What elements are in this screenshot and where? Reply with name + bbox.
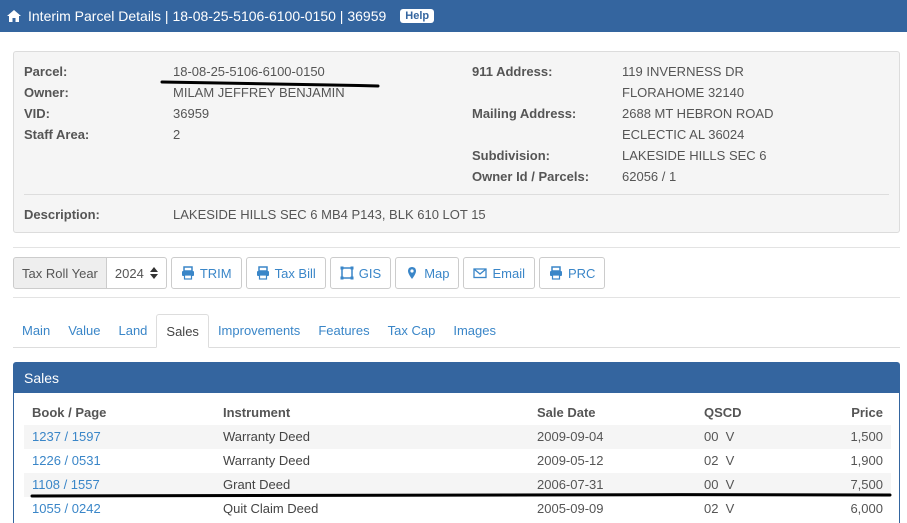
email-button[interactable]: Email: [463, 257, 535, 289]
owner-value: MILAM JEFFREY BENJAMIN: [173, 85, 345, 100]
staff-area-label: Staff Area:: [24, 127, 90, 142]
qscd-cell: 02 V: [704, 453, 735, 468]
tab-tax-cap[interactable]: Tax Cap: [379, 313, 445, 347]
price-cell: 6,000: [850, 501, 883, 516]
instrument-cell: Warranty Deed: [223, 453, 310, 468]
table-header-row: Book / Page Instrument Sale Date QSCD Pr…: [24, 401, 891, 425]
sales-panel: Sales Book / Page Instrument Sale Date Q…: [13, 362, 900, 523]
year-value: 2024: [114, 265, 144, 281]
owner-id-value: 62056 / 1: [622, 169, 677, 184]
sales-table: Book / Page Instrument Sale Date QSCD Pr…: [24, 401, 891, 521]
sort-arrows-icon: [149, 267, 158, 279]
tax-roll-year-label: Tax Roll Year: [13, 257, 107, 289]
home-icon[interactable]: [6, 9, 22, 23]
qscd-cell: 00 V: [704, 477, 735, 492]
column-header: Instrument: [223, 405, 291, 420]
parcel-label: Parcel:: [24, 64, 68, 79]
address-911-line2: FLORAHOME 32140: [622, 85, 745, 100]
tab-images[interactable]: Images: [444, 313, 505, 347]
qscd-cell: 00 V: [704, 429, 735, 444]
owner-id-label: Owner Id / Parcels:: [472, 169, 590, 184]
description-label: Description:: [24, 207, 100, 222]
book-page-link[interactable]: 1108 / 1557: [32, 477, 100, 492]
table-row: 1055 / 0242 Quit Claim Deed 2005-09-09 0…: [24, 497, 891, 521]
owner-label: Owner:: [24, 85, 69, 100]
description-value: LAKESIDE HILLS SEC 6 MB4 P143, BLK 610 L…: [173, 207, 486, 222]
tax-bill-button[interactable]: Tax Bill: [245, 257, 326, 289]
price-cell: 1,500: [850, 429, 883, 444]
vid-label: VID:: [24, 106, 50, 121]
tax-bill-label: Tax Bill: [274, 265, 316, 281]
prc-button[interactable]: PRC: [539, 257, 606, 289]
table-row: 1108 / 1557 Grant Deed 2006-07-31 00 V 7…: [24, 473, 891, 497]
instrument-cell: Grant Deed: [223, 477, 291, 492]
tab-bar: Main Value Land Sales Improvements Featu…: [13, 314, 900, 348]
column-header: QSCD: [704, 405, 742, 420]
table-row: 1237 / 1597 Warranty Deed 2009-09-04 00 …: [24, 425, 891, 449]
map-button[interactable]: Map: [395, 257, 460, 289]
column-header: Book / Page: [32, 405, 107, 420]
details-divider: [24, 194, 889, 195]
email-label: Email: [492, 265, 525, 281]
tax-roll-year-select[interactable]: 2024: [106, 257, 167, 289]
trim-button[interactable]: TRIM: [170, 257, 242, 289]
help-button[interactable]: Help: [400, 9, 435, 23]
divider: [13, 297, 900, 298]
print-icon: [181, 266, 194, 280]
parcel-details-card: Parcel: 18-08-25-5106-6100-0150 Owner: M…: [13, 51, 900, 233]
toolbar: Tax Roll Year 2024 TRIM Tax Bill GIS Map…: [13, 257, 606, 289]
print-icon: [256, 266, 269, 280]
book-page-link[interactable]: 1226 / 0531: [32, 453, 101, 468]
mailing-address-label: Mailing Address:: [472, 106, 577, 121]
page-title: Interim Parcel Details | 18-08-25-5106-6…: [28, 8, 387, 24]
divider: [13, 247, 900, 248]
gis-label: GIS: [358, 265, 382, 281]
mailing-address-line2: ECLECTIC AL 36024: [622, 127, 745, 142]
tab-improvements[interactable]: Improvements: [209, 313, 309, 347]
trim-label: TRIM: [199, 265, 232, 281]
mailing-address-line1: 2688 MT HEBRON ROAD: [622, 106, 774, 121]
envelope-icon: [473, 268, 488, 279]
tab-features[interactable]: Features: [309, 313, 378, 347]
subdivision-label: Subdivision:: [472, 148, 550, 163]
sale-date-cell: 2009-09-04: [537, 429, 604, 444]
qscd-cell: 02 V: [704, 501, 735, 516]
address-911-line1: 119 INVERNESS DR: [622, 64, 744, 79]
sales-panel-title: Sales: [14, 363, 899, 393]
map-label: Map: [424, 265, 450, 281]
instrument-cell: Warranty Deed: [223, 429, 310, 444]
address-911-label: 911 Address:: [472, 64, 553, 79]
title-bar: Interim Parcel Details | 18-08-25-5106-6…: [0, 0, 907, 32]
book-page-link[interactable]: 1055 / 0242: [32, 501, 101, 516]
table-row: 1226 / 0531 Warranty Deed 2009-05-12 02 …: [24, 449, 891, 473]
instrument-cell: Quit Claim Deed: [223, 501, 319, 516]
vid-value: 36959: [173, 106, 210, 121]
parcel-value: 18-08-25-5106-6100-0150: [173, 64, 325, 79]
column-header: Sale Date: [537, 405, 596, 420]
price-cell: 1,900: [850, 453, 883, 468]
print-icon: [550, 266, 562, 280]
tab-sales[interactable]: Sales: [156, 314, 209, 348]
gis-icon: [340, 266, 354, 280]
sale-date-cell: 2006-07-31: [537, 477, 604, 492]
tab-land[interactable]: Land: [109, 313, 156, 347]
sale-date-cell: 2005-09-09: [537, 501, 604, 516]
gis-button[interactable]: GIS: [329, 257, 392, 289]
prc-label: PRC: [568, 265, 596, 281]
staff-area-value: 2: [173, 127, 181, 142]
sale-date-cell: 2009-05-12: [537, 453, 604, 468]
book-page-link[interactable]: 1237 / 1597: [32, 429, 101, 444]
tab-main[interactable]: Main: [13, 313, 59, 347]
price-cell: 7,500: [850, 477, 883, 492]
column-header: Price: [851, 405, 883, 420]
map-marker-icon: [408, 267, 417, 279]
subdivision-value: LAKESIDE HILLS SEC 6: [622, 148, 767, 163]
tab-value[interactable]: Value: [59, 313, 109, 347]
